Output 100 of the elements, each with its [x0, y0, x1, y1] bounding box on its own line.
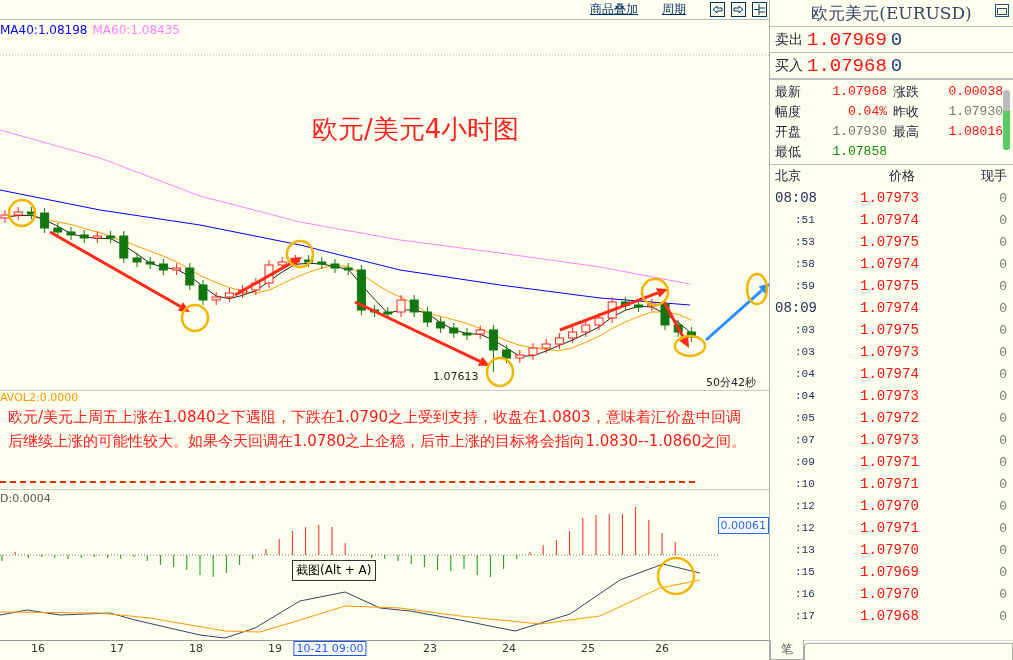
candle: [422, 306, 432, 328]
axis-label: 19: [268, 642, 282, 655]
trend-arrow: [234, 257, 302, 297]
candle: [396, 294, 406, 318]
quote-label: 买入: [775, 56, 803, 75]
candle: [132, 252, 142, 268]
tick-volume: 0: [998, 608, 1007, 624]
candle: [620, 296, 630, 311]
tick-volume: 0: [998, 388, 1007, 404]
candle: [488, 324, 498, 373]
quote-label: 卖出: [775, 30, 803, 49]
stat-label: 幅度: [775, 103, 802, 121]
candle: [264, 259, 274, 289]
candle: [304, 254, 314, 268]
axis-label: 23: [423, 642, 437, 655]
tick-time: :07: [794, 434, 816, 446]
tab[interactable]: 笔: [770, 640, 804, 660]
tick-volume: 0: [998, 410, 1007, 426]
tick-price: 1.07975: [860, 278, 920, 294]
candle: [594, 312, 604, 331]
candle: [634, 299, 644, 313]
stat-value: 1.07968: [831, 83, 888, 101]
restore-icon[interactable]: [995, 4, 1009, 17]
toolbar-link[interactable]: 周期: [662, 1, 686, 18]
candle: [343, 262, 353, 276]
tick-volume: 0: [998, 476, 1007, 492]
candle: [145, 256, 155, 270]
tick-price: 1.07973: [860, 190, 920, 206]
tick-time: :05: [794, 412, 816, 424]
axis-label: 16: [31, 642, 45, 655]
column-header: 现手: [980, 167, 1007, 185]
tick-price: 1.07971: [860, 476, 920, 492]
tick-price: 1.07975: [860, 322, 920, 338]
tick-time: :15: [794, 566, 816, 578]
candle: [370, 304, 380, 318]
quote-volume: 0: [890, 54, 903, 77]
stat-value: 1.08016: [947, 123, 1004, 141]
layout-icon[interactable]: [752, 2, 767, 17]
scrollbar[interactable]: [1003, 90, 1010, 150]
candle: [185, 262, 195, 291]
tick-price: 1.07973: [860, 388, 920, 404]
stat-value: 1.07858: [831, 143, 888, 161]
quote-price: 1.07968: [807, 54, 887, 77]
stat-label: 开盘: [775, 123, 802, 141]
tick-volume: 0: [998, 586, 1007, 602]
tick-price: 1.07975: [860, 234, 920, 250]
candle: [317, 256, 327, 270]
volume-label: AVOL2:0.0000: [0, 391, 80, 405]
candle: [409, 294, 419, 318]
axis-label: 18: [189, 642, 203, 655]
countdown-label: 50分42秒: [706, 375, 756, 390]
low-price-label: 1.07613: [433, 370, 479, 383]
stat-label: 最低: [775, 143, 802, 161]
candle: [330, 258, 340, 274]
candle: [515, 349, 525, 364]
axis-label: 26: [655, 642, 669, 655]
quote-price: 1.07969: [807, 28, 887, 51]
toolbar-link[interactable]: 商品叠加: [590, 1, 638, 18]
tick-volume: 0: [998, 498, 1007, 514]
tick-time: :03: [794, 346, 816, 358]
candle: [568, 326, 578, 344]
right-arrow-icon[interactable]: [731, 2, 746, 17]
tick-time: :13: [794, 544, 816, 556]
axis-label: 17: [110, 642, 124, 655]
left-arrow-icon[interactable]: [710, 2, 725, 17]
candle: [356, 264, 366, 316]
highlight-circle: [180, 303, 210, 333]
candle: [106, 230, 116, 244]
tick-volume: 0: [998, 190, 1007, 206]
highlight-circle: [7, 198, 37, 228]
tick-time: :59: [794, 280, 816, 292]
column-header: 北京: [775, 167, 802, 185]
candle: [449, 322, 459, 339]
candle: [581, 319, 591, 338]
candle: [673, 319, 683, 338]
tick-time: :09: [794, 456, 816, 468]
tick-volume: 0: [998, 366, 1007, 382]
candle: [462, 327, 472, 341]
tick-time: :16: [794, 588, 816, 600]
candle: [436, 316, 446, 334]
stat-value: 1.07930: [947, 103, 1004, 121]
stat-label: 涨跌: [893, 83, 920, 101]
tick-price: 1.07970: [860, 542, 920, 558]
tick-price: 1.07971: [860, 454, 920, 470]
candle: [92, 230, 102, 244]
axis-label: 25: [581, 642, 595, 655]
candle: [528, 342, 538, 361]
symbol-title: 欧元美元(EURUSD): [811, 1, 972, 25]
tooltip: 截图(Alt + A): [292, 560, 376, 581]
tick-volume: 0: [998, 300, 1007, 316]
tick-time: :17: [794, 610, 816, 622]
tick-time: :12: [794, 522, 816, 534]
tick-volume: 0: [998, 278, 1007, 294]
column-header: 价格: [888, 167, 915, 185]
tick-price: 1.07973: [860, 344, 920, 360]
stat-value: 1.07930: [831, 123, 888, 141]
quote-volume: 0: [890, 28, 903, 51]
highlight-circle: [673, 334, 707, 358]
candle: [53, 222, 63, 238]
tick-price: 1.07971: [860, 520, 920, 536]
